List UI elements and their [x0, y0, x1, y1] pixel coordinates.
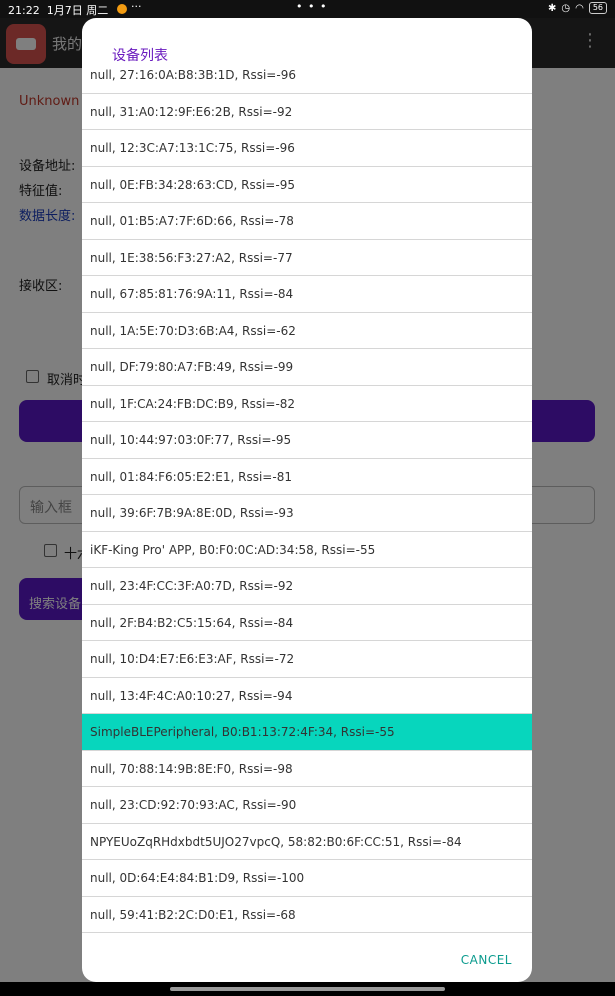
wifi-icon: ◠: [575, 2, 584, 14]
device-list-item[interactable]: null, 10:D4:E7:E6:E3:AF, Rssi=-72: [82, 641, 532, 678]
status-bar: 21:22 1月7日 周二 ··· • • • ✱ ◷ ◠ 56: [0, 0, 615, 18]
device-list-item[interactable]: null, 1A:5E:70:D3:6B:A4, Rssi=-62: [82, 313, 532, 349]
cancel-button[interactable]: CANCEL: [461, 953, 512, 967]
navigation-bar: [0, 982, 615, 996]
device-list-item[interactable]: SimpleBLEPeripheral, B0:B1:13:72:4F:34, …: [82, 714, 532, 751]
device-list-item[interactable]: null, 01:B5:A7:7F:6D:66, Rssi=-78: [82, 203, 532, 240]
device-list-item[interactable]: null, 0E:FB:34:28:63:CD, Rssi=-95: [82, 167, 532, 203]
device-list[interactable]: null, 27:16:0A:B8:3B:1D, Rssi=-96 null, 3…: [82, 58, 532, 936]
device-list-item[interactable]: null, 39:6F:7B:9A:8E:0D, Rssi=-93: [82, 495, 532, 532]
more-notifications-icon: ···: [131, 0, 142, 13]
home-gesture-bar[interactable]: [170, 987, 445, 991]
alarm-icon: ◷: [561, 2, 571, 14]
device-list-item[interactable]: null, 12:3C:A7:13:1C:75, Rssi=-96: [82, 130, 532, 167]
device-list-dialog: 设备列表 null, 27:16:0A:B8:3B:1D, Rssi=-96 nu…: [82, 18, 532, 982]
device-list-item[interactable]: null, 1F:CA:24:FB:DC:B9, Rssi=-82: [82, 386, 532, 422]
multitask-dots[interactable]: • • •: [296, 0, 327, 13]
status-icons: ✱ ◷ ◠ 56: [548, 2, 607, 14]
battery-icon: 56: [588, 2, 607, 14]
bluetooth-icon: ✱: [547, 2, 557, 14]
status-time: 21:22 1月7日 周二: [8, 4, 109, 17]
device-list-item[interactable]: null, DF:79:80:A7:FB:49, Rssi=-99: [82, 349, 532, 386]
device-list-item[interactable]: null, 01:84:F6:05:E2:E1, Rssi=-81: [82, 459, 532, 495]
device-list-item[interactable]: NPYEUoZqRHdxbdt5UJO27vpcQ, 58:82:B0:6F:C…: [82, 824, 532, 860]
device-list-item[interactable]: null, 67:85:81:76:9A:11, Rssi=-84: [82, 276, 532, 313]
device-list-item[interactable]: iKF-King Pro' APP, B0:F0:0C:AD:34:58, Rs…: [82, 532, 532, 568]
device-list-item[interactable]: null, 31:A0:12:9F:E6:2B, Rssi=-92: [82, 94, 532, 130]
device-list-item[interactable]: null, 23:4F:CC:3F:A0:7D, Rssi=-92: [82, 568, 532, 605]
device-list-item[interactable]: null, 0D:64:E4:84:B1:D9, Rssi=-100: [82, 860, 532, 897]
device-list-item[interactable]: null, 1E:38:56:F3:27:A2, Rssi=-77: [82, 240, 532, 276]
device-list-item[interactable]: null, 2F:B4:B2:C5:15:64, Rssi=-84: [82, 605, 532, 641]
device-list-item[interactable]: null, 59:41:B2:2C:D0:E1, Rssi=-68: [82, 897, 532, 933]
device-list-item[interactable]: null, 10:44:97:03:0F:77, Rssi=-95: [82, 422, 532, 459]
notification-icon: [117, 4, 127, 14]
device-list-item[interactable]: null, 13:4F:4C:A0:10:27, Rssi=-94: [82, 678, 532, 714]
device-list-item[interactable]: null, 23:CD:92:70:93:AC, Rssi=-90: [82, 787, 532, 824]
device-list-item[interactable]: null, 70:88:14:9B:8E:F0, Rssi=-98: [82, 751, 532, 787]
device-list-item[interactable]: null, 27:16:0A:B8:3B:1D, Rssi=-96: [82, 58, 532, 94]
